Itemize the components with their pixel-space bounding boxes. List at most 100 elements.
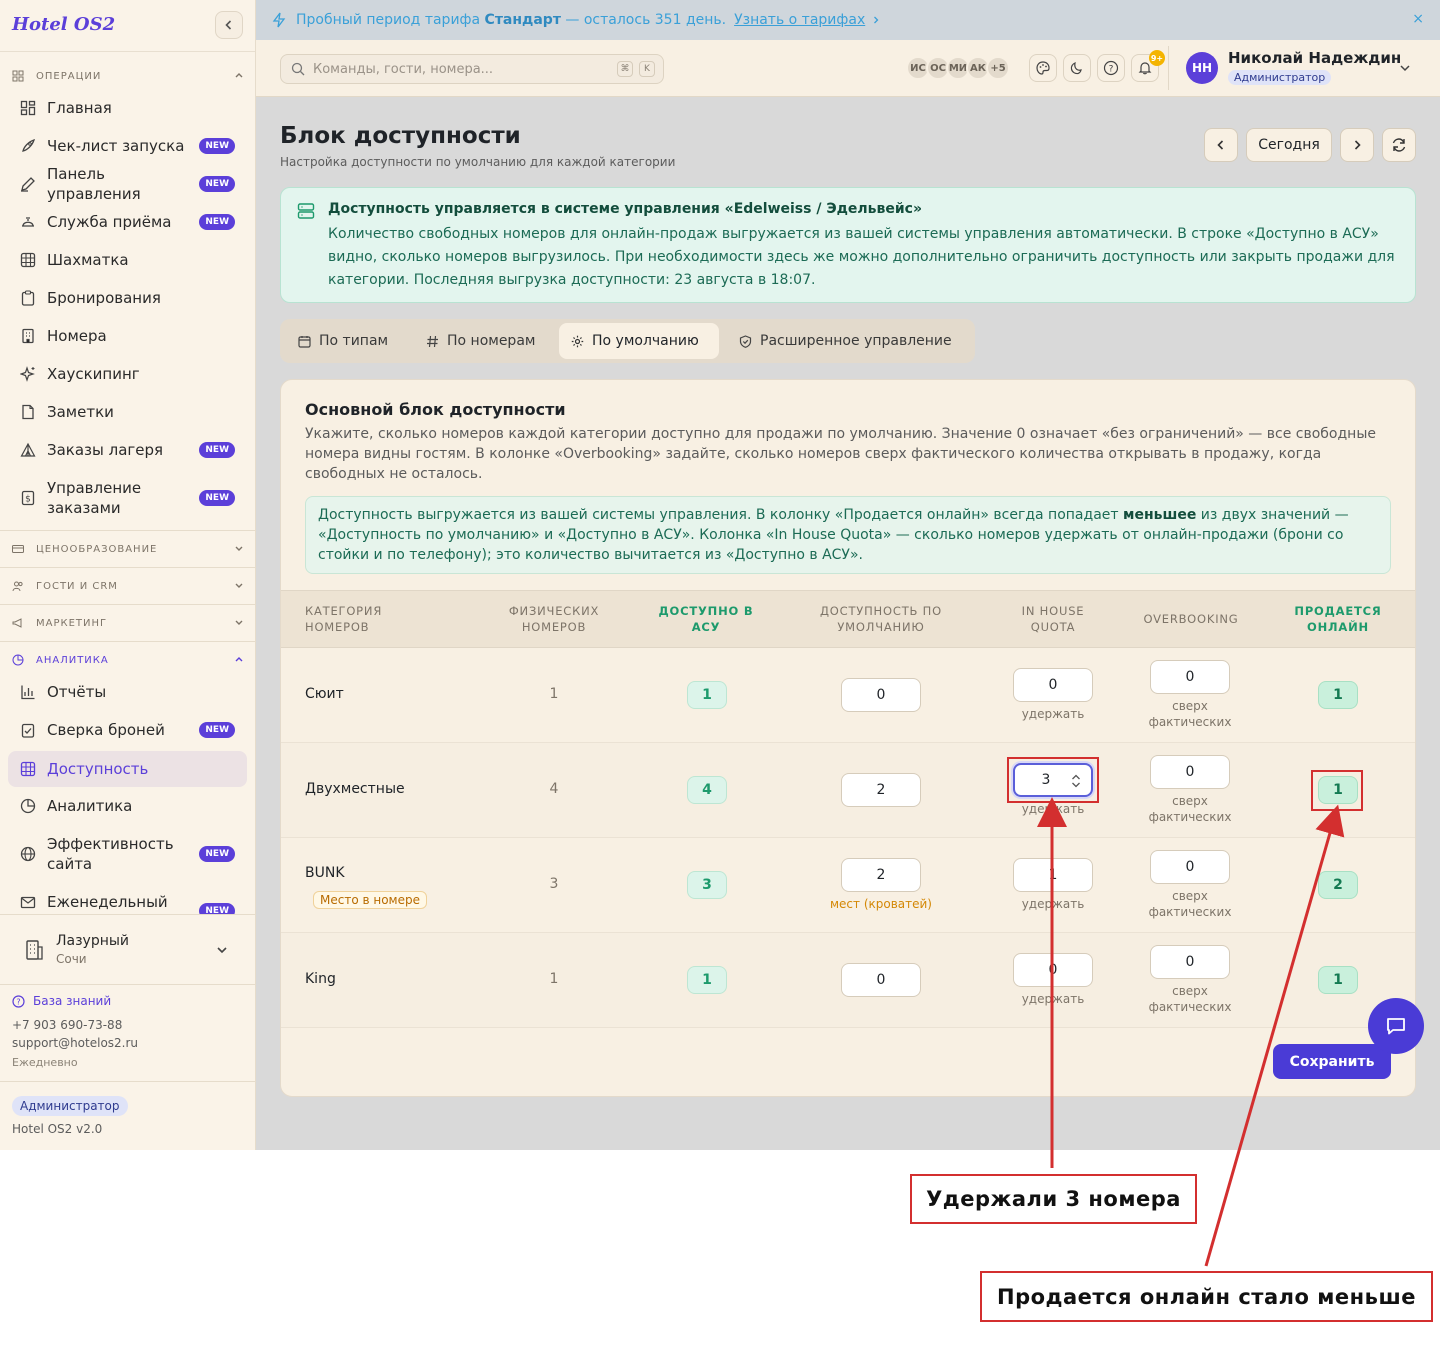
sidebar-item-booking-reconciliation[interactable]: Сверка броней NEW: [8, 712, 247, 748]
sidebar-item-launch-checklist[interactable]: Чек-лист запуска NEW: [8, 128, 247, 164]
dark-mode-button[interactable]: [1063, 54, 1091, 82]
sold-online: 2: [1318, 871, 1358, 899]
sidebar-item-control-panel[interactable]: Панель управления NEW: [8, 165, 247, 203]
in-house-quota-input[interactable]: 0: [1013, 953, 1093, 987]
page-subtitle: Настройка доступности по умолчанию для к…: [280, 155, 676, 169]
grid-icon: [19, 760, 37, 778]
section-analytics[interactable]: Аналитика: [12, 651, 244, 669]
sidebar-item-notes[interactable]: Заметки: [8, 394, 247, 430]
tab-by-rooms[interactable]: По номерам: [414, 323, 547, 359]
over-label: сверх фактических: [1148, 889, 1232, 919]
overbooking-input[interactable]: 0: [1150, 850, 1230, 884]
default-availability-input[interactable]: 0: [841, 963, 921, 997]
dashboard-icon: [19, 99, 37, 117]
save-button[interactable]: Сохранить: [1273, 1044, 1391, 1079]
tab-default[interactable]: По умолчанию: [559, 323, 719, 359]
notifications-button[interactable]: 9+: [1131, 50, 1165, 82]
knowledge-base-link[interactable]: ? База знаний: [12, 994, 111, 1008]
sidebar-item-label: Шахматка: [47, 251, 129, 269]
sidebar-item-order-management[interactable]: $ Управление заказами NEW: [8, 472, 247, 524]
user-name[interactable]: Николай Надеждин: [1228, 49, 1401, 67]
asu-available: 1: [687, 681, 727, 709]
sidebar-item-reports[interactable]: Отчёты: [8, 674, 247, 710]
chevron-right-icon: [1354, 140, 1361, 150]
category-name: Двухместные: [305, 781, 405, 797]
kbd-cmd: ⌘: [617, 61, 633, 77]
theme-palette-button[interactable]: [1029, 54, 1057, 82]
refresh-button[interactable]: [1382, 128, 1416, 162]
page-title: Блок доступности: [280, 123, 521, 149]
sidebar-item-availability[interactable]: Доступность: [8, 751, 247, 787]
sidebar-item-analytics[interactable]: Аналитика: [8, 788, 247, 824]
section-guests-crm[interactable]: Гости и CRM: [12, 577, 244, 595]
section-operations-label: Операции: [36, 70, 102, 82]
sidebar-item-label: Аналитика: [47, 797, 133, 815]
tab-by-types[interactable]: По типам: [286, 323, 400, 359]
prev-date-button[interactable]: [1204, 128, 1238, 162]
collapse-sidebar-button[interactable]: [215, 11, 243, 39]
globe-icon: [19, 845, 37, 863]
overbooking-input[interactable]: 0: [1150, 755, 1230, 789]
chevron-left-icon: [225, 20, 232, 30]
user-role-badge: Администратор: [1228, 70, 1332, 85]
support-email[interactable]: support@hotelos2.ru: [12, 1036, 138, 1050]
category-name: Сюит: [305, 686, 344, 702]
chevron-down-icon[interactable]: [1399, 62, 1411, 74]
section-pricing[interactable]: Ценообразование: [12, 540, 244, 558]
overbooking-input[interactable]: 0: [1150, 660, 1230, 694]
table-row: Сюит 1 1 0 0 удержать 0 сверх фактически…: [281, 648, 1415, 743]
banner-suffix: — осталось 351 день.: [565, 12, 727, 28]
sidebar-item-label: Номера: [47, 327, 107, 345]
user-avatar[interactable]: НН: [1186, 52, 1218, 84]
tab-advanced[interactable]: Расширенное управление: [727, 323, 964, 359]
sidebar-item-rooms[interactable]: Номера: [8, 318, 247, 354]
today-button[interactable]: Сегодня: [1246, 128, 1332, 162]
sidebar-item-label: Заметки: [47, 403, 114, 421]
section-operations[interactable]: Операции: [12, 67, 244, 85]
note-text-bold: меньшее: [1123, 507, 1197, 523]
sidebar-item-home[interactable]: Главная: [8, 90, 247, 126]
sidebar-item-label: Бронирования: [47, 289, 161, 307]
table-row: King 1 1 0 0 удержать 0 сверх фактически…: [281, 933, 1415, 1028]
sidebar-item-site-efficiency[interactable]: Эффективность сайта NEW: [8, 828, 247, 880]
online-users[interactable]: ИС ОС МИ АК +5: [906, 56, 1010, 80]
close-banner-button[interactable]: ×: [1412, 11, 1424, 27]
physical-count: 1: [549, 971, 559, 987]
section-marketing[interactable]: Маркетинг: [12, 614, 244, 632]
next-date-button[interactable]: [1340, 128, 1374, 162]
default-availability-input[interactable]: 2: [841, 773, 921, 807]
default-availability-input[interactable]: 2: [841, 858, 921, 892]
default-availability-input[interactable]: 0: [841, 678, 921, 712]
hotel-switcher[interactable]: Лазурный Сочи: [0, 914, 256, 984]
chat-button[interactable]: [1368, 998, 1424, 1054]
sidebar-item-front-desk[interactable]: Служба приёма NEW: [8, 204, 247, 240]
chevron-down-icon: [235, 546, 243, 551]
banner-plan: Стандарт: [484, 12, 561, 28]
in-house-quota-input[interactable]: 0: [1013, 668, 1093, 702]
chevron-down-icon: [217, 947, 227, 954]
grid-small-icon: [12, 70, 26, 82]
col-category: Категория номеров: [305, 604, 383, 634]
sidebar-item-weekly[interactable]: Еженедельный NEW: [8, 884, 247, 914]
support-phone[interactable]: +7 903 690-73-88: [12, 1018, 122, 1032]
sidebar-item-label: Управление заказами: [47, 479, 142, 517]
note-text-a: Доступность выгружается из вашей системы…: [318, 507, 1123, 523]
overbooking-input[interactable]: 0: [1150, 945, 1230, 979]
svg-text:?: ?: [16, 997, 20, 1006]
in-house-quota-input[interactable]: 1: [1013, 858, 1093, 892]
sidebar-item-housekeeping[interactable]: Хаускипинг: [8, 356, 247, 392]
search-input[interactable]: Команды, гости, номера... ⌘ K: [280, 54, 664, 84]
sidebar-item-bookings[interactable]: Бронирования: [8, 280, 247, 316]
hold-label: удержать: [1021, 707, 1085, 721]
pms-info-box: Доступность управляется в системе управл…: [280, 187, 1416, 303]
annotation-held-label: Удержали 3 номера: [910, 1174, 1197, 1224]
physical-count: 1: [549, 686, 559, 702]
sidebar-item-chessboard[interactable]: Шахматка: [8, 242, 247, 278]
highlight-online: [1311, 770, 1363, 811]
sidebar-item-camp-orders[interactable]: Заказы лагеря NEW: [8, 432, 247, 468]
pricing-link[interactable]: Узнать о тарифах: [734, 12, 865, 28]
app-logo[interactable]: Hotel OS2: [12, 14, 115, 35]
help-button[interactable]: ?: [1097, 54, 1125, 82]
new-badge: NEW: [199, 490, 235, 506]
palette-icon: [1036, 61, 1050, 75]
